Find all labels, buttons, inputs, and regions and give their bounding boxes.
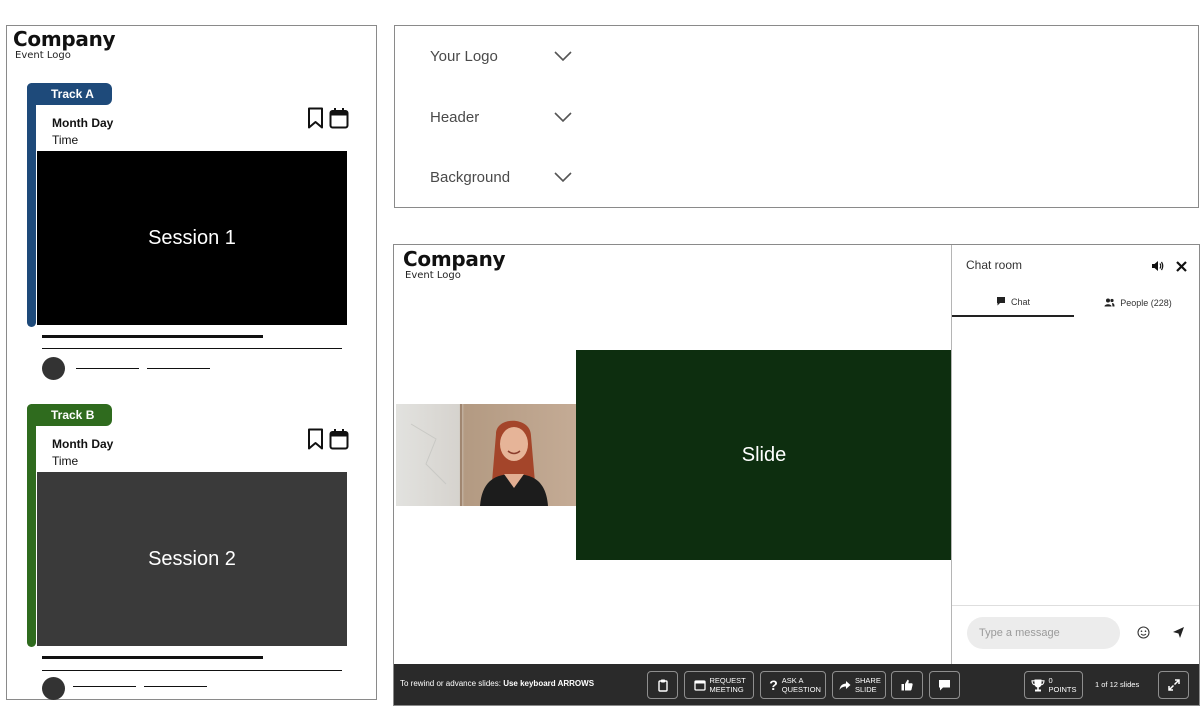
tab-chat[interactable]: Chat: [952, 289, 1074, 317]
option-label: Header: [430, 108, 480, 126]
placeholder-line: [42, 348, 342, 349]
placeholder-line: [76, 368, 139, 369]
option-label: Your Logo: [430, 47, 498, 65]
comment-button[interactable]: [929, 671, 960, 699]
session-2-actions: [307, 428, 349, 450]
send-icon[interactable]: [1172, 626, 1185, 644]
event-logo-text: Event Logo: [405, 270, 461, 281]
points-label: 0 Points: [1048, 676, 1077, 694]
option-background[interactable]: Background: [430, 165, 572, 189]
session-1-thumbnail[interactable]: Session 1: [37, 151, 347, 325]
fullscreen-button[interactable]: [1158, 671, 1189, 699]
share-slide-button[interactable]: Share Slide: [832, 671, 886, 699]
chat-message-input[interactable]: [967, 617, 1120, 649]
keyboard-hint-prefix: To rewind or advance slides:: [400, 679, 501, 688]
speech-bubble-icon: [938, 679, 951, 691]
chevron-down-icon[interactable]: [554, 171, 572, 183]
session-1-actions: [307, 107, 349, 129]
company-logo: Company Event Logo: [13, 27, 116, 62]
ask-question-label: Ask a Question: [781, 676, 821, 694]
clipboard-icon: [657, 679, 668, 692]
bookmark-icon[interactable]: [307, 107, 324, 129]
session-1-date: Month Day: [52, 116, 114, 130]
ask-question-button[interactable]: ? Ask a Question: [760, 671, 826, 699]
emoji-icon[interactable]: [1137, 626, 1150, 644]
keyboard-hint-bold: Use keyboard ARROWS: [503, 679, 595, 688]
session-1-title: Session 1: [148, 226, 236, 249]
track-a-tab[interactable]: Track A: [27, 83, 112, 105]
session-2-thumbnail[interactable]: Session 2: [37, 472, 347, 646]
company-name: Company: [403, 247, 506, 271]
tab-people-label: People (228): [1120, 298, 1172, 308]
chevron-down-icon[interactable]: [554, 50, 572, 62]
calendar-icon[interactable]: [329, 428, 349, 450]
option-your-logo[interactable]: Your Logo: [430, 44, 572, 68]
placeholder-line: [42, 335, 263, 338]
customization-panel: Your Logo Header Background: [394, 25, 1199, 208]
speaker-volume-icon[interactable]: [1151, 259, 1164, 277]
chat-header-actions: [1151, 259, 1187, 277]
calendar-icon[interactable]: [329, 107, 349, 129]
tab-chat-label: Chat: [1010, 297, 1030, 307]
track-a-bar: [27, 83, 36, 327]
close-icon[interactable]: [1176, 259, 1187, 277]
presentation-slide[interactable]: Slide: [576, 350, 952, 560]
chat-tabs: Chat People (228): [952, 289, 1199, 317]
session-1-time: Time: [52, 133, 79, 147]
placeholder-line: [144, 686, 207, 687]
slide-counter: 1 of 12 slides: [1095, 680, 1140, 689]
player-toolbar: To rewind or advance slides: Use keyboar…: [394, 664, 1199, 705]
chat-input-area: [952, 605, 1199, 665]
speaker-video[interactable]: [396, 404, 576, 506]
webinar-player: Company Event Logo Slide Chat room Chat …: [393, 244, 1200, 706]
placeholder-line: [42, 670, 342, 671]
placeholder-line: [147, 368, 210, 369]
avatar: [42, 677, 65, 700]
placeholder-line: [73, 686, 136, 687]
request-meeting-button[interactable]: Request Meeting: [684, 671, 754, 699]
chevron-down-icon[interactable]: [554, 111, 572, 123]
points-button[interactable]: 0 Points: [1024, 671, 1083, 699]
option-header[interactable]: Header: [430, 105, 572, 129]
avatar: [42, 357, 65, 380]
slide-label: Slide: [741, 443, 787, 466]
session-2-date: Month Day: [52, 437, 114, 451]
request-meeting-label: Request Meeting: [709, 676, 746, 694]
presentation-stage: Company Event Logo Slide: [394, 245, 952, 665]
event-logo-text: Event Logo: [15, 50, 71, 61]
calendar-icon: [693, 679, 706, 691]
session-2-title: Session 2: [148, 547, 236, 570]
chat-panel: Chat room Chat People (228): [951, 245, 1199, 665]
session-card-1[interactable]: Track A Month Day Time Session 1: [27, 83, 349, 383]
chat-title: Chat room: [966, 258, 1023, 272]
bookmark-icon[interactable]: [307, 428, 324, 450]
tab-people[interactable]: People (228): [1074, 289, 1199, 317]
option-label: Background: [430, 168, 511, 186]
question-mark-icon: ?: [769, 677, 778, 693]
chat-bubble-icon: [996, 296, 1006, 308]
schedule-panel: Company Event Logo Track A Month Day Tim…: [6, 25, 377, 700]
like-button[interactable]: [891, 671, 923, 699]
share-slide-label: Share Slide: [855, 676, 881, 694]
expand-icon: [1167, 679, 1180, 691]
thumbs-up-icon: [901, 679, 913, 691]
placeholder-line: [42, 656, 263, 659]
notes-button[interactable]: [647, 671, 678, 699]
people-icon: [1104, 298, 1115, 309]
track-b-tab[interactable]: Track B: [27, 404, 112, 426]
player-company-logo: Company Event Logo: [403, 247, 506, 282]
session-card-2[interactable]: Track B Month Day Time Session 2: [27, 404, 349, 700]
trophy-icon: [1030, 679, 1045, 692]
keyboard-hint: To rewind or advance slides: Use keyboar…: [400, 679, 594, 688]
share-arrow-icon: [839, 680, 851, 691]
session-2-time: Time: [52, 454, 79, 468]
track-b-bar: [27, 404, 36, 647]
company-name: Company: [13, 27, 116, 51]
